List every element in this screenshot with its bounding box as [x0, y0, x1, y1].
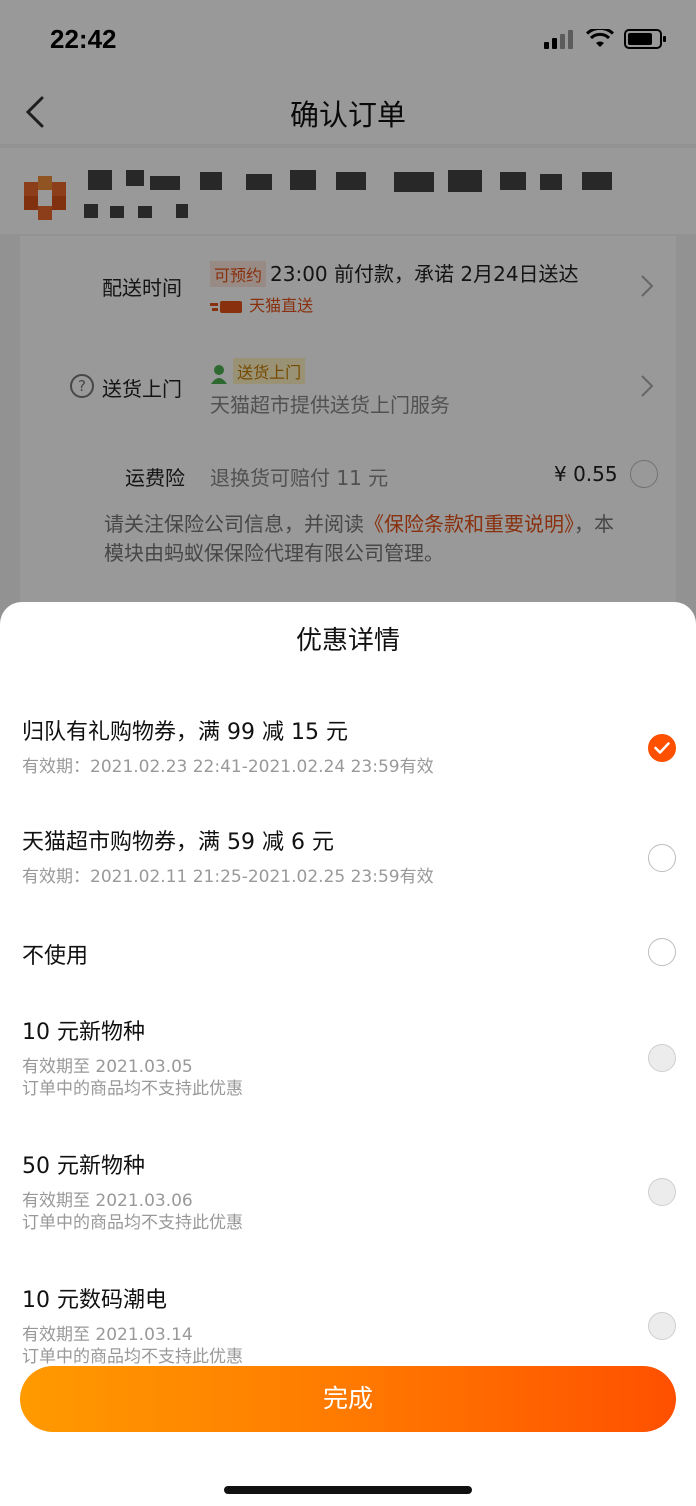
coupon-sheet: 优惠详情 归队有礼购物券，满 99 减 15 元 有效期：2021.02.23 … — [0, 602, 696, 1506]
coupon-unsupported-note: 订单中的商品均不支持此优惠 — [22, 1213, 243, 1233]
coupon-name: 10 元数码潮电 — [22, 1288, 167, 1313]
coupon-validity: 有效期至 2021.03.06 — [22, 1191, 193, 1211]
coupon-name: 天猫超市购物券，满 59 减 6 元 — [22, 830, 334, 855]
coupon-radio-disabled — [648, 1312, 676, 1340]
coupon-name: 归队有礼购物券，满 99 减 15 元 — [22, 720, 348, 745]
coupon-unsupported-note: 订单中的商品均不支持此优惠 — [22, 1079, 243, 1099]
done-button[interactable]: 完成 — [20, 1366, 676, 1432]
coupon-name: 不使用 — [22, 944, 89, 969]
coupon-unsupported-note: 订单中的商品均不支持此优惠 — [22, 1347, 243, 1367]
coupon-validity: 有效期至 2021.03.05 — [22, 1057, 193, 1077]
check-icon — [654, 742, 670, 754]
coupon-validity: 有效期：2021.02.23 22:41-2021.02.24 23:59有效 — [22, 757, 434, 777]
coupon-radio-disabled — [648, 1178, 676, 1206]
coupon-name: 10 元新物种 — [22, 1020, 145, 1045]
coupon-radio-disabled — [648, 1044, 676, 1072]
home-indicator — [224, 1486, 472, 1494]
coupon-name: 50 元新物种 — [22, 1154, 145, 1179]
coupon-validity: 有效期：2021.02.11 21:25-2021.02.25 23:59有效 — [22, 867, 434, 887]
coupon-validity: 有效期至 2021.03.14 — [22, 1325, 193, 1345]
coupon-radio[interactable] — [648, 938, 676, 966]
coupon-radio-checked[interactable] — [648, 734, 676, 762]
sheet-title: 优惠详情 — [295, 626, 400, 656]
coupon-radio[interactable] — [648, 844, 676, 872]
